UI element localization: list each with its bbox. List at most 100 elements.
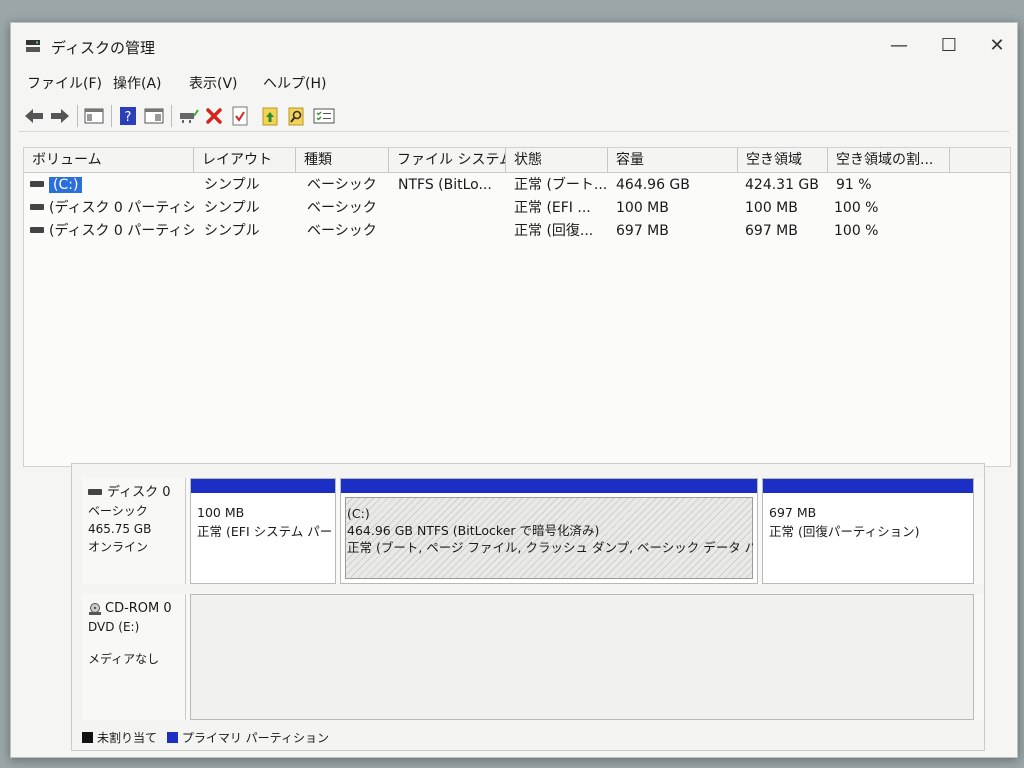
- partition-status: 正常 (EFI システム パー: [197, 524, 331, 539]
- capacity-cell: 100 MB: [616, 200, 669, 216]
- partition-label: (C:): [347, 506, 370, 521]
- primary-partition-bar: [341, 479, 757, 493]
- table-row[interactable]: (ディスク 0 パーティシ... シンプル ベーシック 正常 (回復... 69…: [24, 220, 1010, 242]
- recovery-partition-text: 697 MB 正常 (回復パーティション): [769, 503, 969, 541]
- percent-free-cell: 100 %: [834, 200, 879, 216]
- drive-icon: [30, 227, 44, 233]
- table-row[interactable]: (ディスク 0 パーティシ... シンプル ベーシック 正常 (EFI ... …: [24, 197, 1010, 219]
- recovery-partition[interactable]: 697 MB 正常 (回復パーティション): [762, 478, 974, 584]
- disk-0-state: オンライン: [88, 540, 149, 554]
- capacity-cell: 464.96 GB: [616, 177, 690, 193]
- minimize-button[interactable]: —: [885, 35, 913, 57]
- column-percent-free[interactable]: 空き領域の割...: [828, 148, 950, 172]
- volume-name: (C:): [49, 177, 83, 193]
- menu-action[interactable]: 操作(A): [113, 73, 162, 93]
- filesystem-cell: [398, 220, 502, 242]
- menu-bar: ファイル(F) 操作(A) 表示(V) ヘルプ(H): [11, 69, 1017, 95]
- drive-icon: [30, 204, 44, 210]
- menu-file[interactable]: ファイル(F): [27, 73, 102, 93]
- help-icon[interactable]: ?: [117, 105, 139, 127]
- column-capacity[interactable]: 容量: [608, 148, 738, 172]
- column-layout[interactable]: レイアウト: [194, 148, 296, 172]
- efi-partition[interactable]: 100 MB 正常 (EFI システム パー: [190, 478, 336, 584]
- forward-icon[interactable]: [49, 105, 71, 127]
- menu-view[interactable]: 表示(V): [189, 73, 238, 93]
- delete-icon[interactable]: [203, 105, 225, 127]
- column-type[interactable]: 種類: [296, 148, 389, 172]
- partition-size-fs: 464.96 GB NTFS (BitLocker で暗号化済み): [347, 523, 600, 538]
- toolbar-separator: [111, 105, 112, 127]
- disk-0-label: ディスク 0 ベーシック 465.75 GB オンライン: [82, 478, 186, 584]
- back-icon[interactable]: [23, 105, 45, 127]
- column-filesystem[interactable]: ファイル システム: [389, 148, 506, 172]
- c-drive-partition[interactable]: (C:) 464.96 GB NTFS (BitLocker で暗号化済み) 正…: [340, 478, 758, 584]
- disk-management-app-icon: [26, 40, 40, 52]
- toolbar-separator: [77, 105, 78, 127]
- console-tree-icon[interactable]: [83, 105, 105, 127]
- column-status[interactable]: 状態: [506, 148, 608, 172]
- legend-unallocated: 未割り当て: [97, 731, 158, 745]
- table-row[interactable]: (C:) シンプル ベーシック NTFS (BitLo... 正常 (ブート..…: [24, 174, 1010, 196]
- filesystem-cell: NTFS (BitLo...: [398, 177, 492, 193]
- window-title: ディスクの管理: [51, 39, 155, 57]
- svg-text:?: ?: [125, 110, 132, 125]
- disk-0-name-text: ディスク 0: [107, 485, 171, 500]
- legend: 未割り当て プライマリ パーティション: [82, 729, 329, 746]
- cdrom-0-row[interactable]: CD-ROM 0 DVD (E:) メディアなし: [82, 594, 984, 720]
- status-cell: 正常 (EFI ...: [514, 200, 591, 216]
- disk-icon: [88, 488, 102, 495]
- free-space-cell: 697 MB: [745, 223, 798, 239]
- layout-cell: シンプル: [204, 177, 260, 193]
- cdrom-0-name-text: CD-ROM 0: [105, 601, 172, 616]
- cdrom-0-label: CD-ROM 0 DVD (E:) メディアなし: [82, 594, 186, 720]
- capacity-cell: 697 MB: [616, 223, 669, 239]
- status-cell: 正常 (ブート...: [514, 177, 606, 193]
- partition-status: 正常 (回復パーティション): [769, 524, 920, 539]
- c-partition-text: (C:) 464.96 GB NTFS (BitLocker で暗号化済み) 正…: [347, 505, 753, 556]
- disk-0-size: 465.75 GB: [88, 522, 152, 536]
- primary-partition-bar: [191, 479, 335, 493]
- cdrom-icon: [89, 602, 101, 615]
- type-cell: ベーシック: [307, 223, 377, 239]
- layout-cell: シンプル: [204, 223, 260, 239]
- toolbar: ?: [19, 101, 1009, 132]
- column-volume[interactable]: ボリューム: [24, 148, 194, 172]
- primary-partition-swatch: [166, 732, 178, 743]
- search-icon[interactable]: [285, 105, 307, 127]
- legend-primary-partition: プライマリ パーティション: [181, 731, 329, 745]
- efi-partition-text: 100 MB 正常 (EFI システム パー: [197, 503, 331, 541]
- up-folder-icon[interactable]: [259, 105, 281, 127]
- volume-cell: (ディスク 0 パーティシ...: [30, 197, 194, 219]
- filesystem-cell: [398, 197, 502, 219]
- close-button[interactable]: ✕: [983, 35, 1011, 57]
- layout-cell: シンプル: [204, 200, 260, 216]
- drive-icon: [30, 181, 44, 187]
- column-free-space[interactable]: 空き領域: [738, 148, 828, 172]
- percent-free-cell: 91 %: [836, 177, 872, 193]
- menu-help[interactable]: ヘルプ(H): [263, 73, 326, 93]
- primary-partition-bar: [763, 479, 973, 493]
- status-cell: 正常 (回復...: [514, 223, 594, 239]
- check-icon[interactable]: [229, 105, 251, 127]
- disk-0-row[interactable]: ディスク 0 ベーシック 465.75 GB オンライン 100 MB 正常 (…: [82, 478, 984, 584]
- toolbar-separator: [171, 105, 172, 127]
- volume-list-header: ボリューム レイアウト 種類 ファイル システム 状態 容量 空き領域 空き領域…: [24, 148, 1010, 173]
- volume-cell: (C:): [30, 174, 190, 196]
- cdrom-0-name: CD-ROM 0: [88, 600, 185, 618]
- partition-status: 正常 (ブート, ページ ファイル, クラッシュ ダンプ, ベーシック データ …: [347, 540, 753, 555]
- volume-cell: (ディスク 0 パーティシ...: [30, 220, 194, 242]
- maximize-button[interactable]: ☐: [935, 35, 963, 57]
- partition-size: 697 MB: [769, 505, 817, 520]
- title-bar: ディスクの管理 — ☐ ✕: [11, 23, 1017, 69]
- list-view-icon[interactable]: [313, 105, 335, 127]
- free-space-cell: 424.31 GB: [745, 177, 819, 193]
- unallocated-swatch: [82, 732, 93, 743]
- volume-list: ボリューム レイアウト 種類 ファイル システム 状態 容量 空き領域 空き領域…: [23, 147, 1011, 467]
- cdrom-empty-area[interactable]: [190, 594, 974, 720]
- disk-graph-view: ディスク 0 ベーシック 465.75 GB オンライン 100 MB 正常 (…: [71, 463, 985, 751]
- cdrom-0-kind: DVD (E:): [88, 620, 140, 634]
- disk-management-window: ディスクの管理 — ☐ ✕ ファイル(F) 操作(A) 表示(V) ヘルプ(H)…: [10, 22, 1018, 758]
- connect-icon[interactable]: [177, 105, 199, 127]
- percent-free-cell: 100 %: [834, 223, 879, 239]
- properties-icon[interactable]: [143, 105, 165, 127]
